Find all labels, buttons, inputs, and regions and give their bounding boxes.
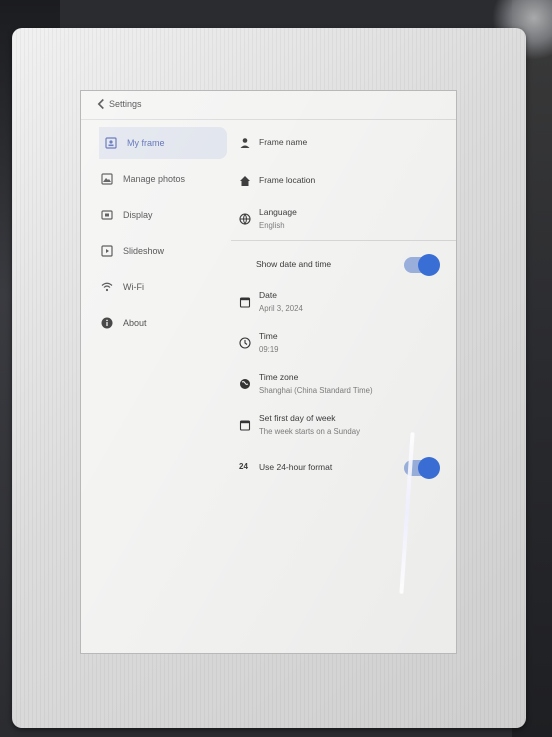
settings-panel: Frame name Frame location Language Englis…	[231, 121, 456, 653]
section-divider	[231, 240, 456, 241]
calendar-icon	[239, 420, 251, 431]
show-date-time-toggle[interactable]	[404, 254, 440, 276]
setting-date[interactable]: Date April 3, 2024	[239, 290, 303, 313]
info-icon	[101, 317, 113, 329]
toggle-knob	[418, 457, 440, 479]
setting-time[interactable]: Time 09:19	[239, 331, 279, 354]
sidebar-item-label: Wi-Fi	[123, 282, 144, 292]
setting-frame-name[interactable]: Frame name	[239, 137, 307, 149]
setting-label: Use 24-hour format	[259, 462, 333, 472]
sidebar-item-label: Display	[123, 210, 153, 220]
setting-label: Show date and time	[256, 259, 332, 269]
24-hour-icon: 24	[239, 462, 248, 471]
play-icon	[101, 245, 113, 257]
setting-value: Shanghai (China Standard Time)	[259, 386, 373, 395]
back-label: Settings	[109, 99, 142, 109]
home-icon	[240, 176, 250, 186]
setting-first-day-of-week[interactable]: Set first day of week The week starts on …	[239, 413, 360, 436]
sidebar-item-manage-photos[interactable]: Manage photos	[81, 163, 231, 195]
setting-value: 09:19	[259, 345, 279, 354]
sidebar-item-slideshow[interactable]: Slideshow	[81, 235, 231, 267]
toggle-knob	[418, 254, 440, 276]
clock-icon	[239, 337, 251, 349]
setting-time-zone[interactable]: Time zone Shanghai (China Standard Time)	[239, 372, 373, 395]
sidebar-item-wifi[interactable]: Wi-Fi	[81, 271, 231, 303]
globe-icon	[240, 379, 250, 389]
setting-language[interactable]: Language English	[239, 207, 297, 230]
setting-value: April 3, 2024	[259, 304, 303, 313]
globe-icon	[239, 213, 251, 225]
sidebar-item-label: My frame	[127, 138, 165, 148]
top-bar: Settings	[81, 91, 456, 120]
setting-frame-location[interactable]: Frame location	[239, 175, 315, 187]
person-badge-icon	[105, 137, 117, 149]
setting-label: Set first day of week	[259, 413, 336, 423]
setting-label: Time	[259, 331, 278, 341]
sidebar-item-about[interactable]: About	[81, 307, 231, 339]
setting-24-hour-format[interactable]: 24 Use 24-hour format	[239, 462, 332, 472]
setting-value: The week starts on a Sunday	[259, 427, 360, 436]
wifi-icon	[101, 282, 113, 292]
display-icon	[101, 210, 113, 220]
setting-label: Date	[259, 290, 277, 300]
person-icon	[240, 138, 250, 148]
sidebar: My frame Manage photos Display Slideshow…	[81, 123, 231, 343]
chevron-left-icon	[97, 98, 104, 110]
sidebar-item-display[interactable]: Display	[81, 199, 231, 231]
photo-icon	[101, 173, 113, 185]
back-button[interactable]: Settings	[97, 98, 142, 110]
setting-show-date-time[interactable]: Show date and time	[256, 259, 331, 269]
sidebar-item-label: About	[123, 318, 147, 328]
calendar-icon	[239, 297, 251, 308]
sidebar-item-label: Manage photos	[123, 174, 186, 184]
sidebar-item-my-frame[interactable]: My frame	[99, 127, 227, 159]
setting-value: English	[259, 221, 285, 230]
setting-label: Frame name	[259, 137, 308, 147]
setting-label: Language	[259, 207, 297, 217]
setting-label: Time zone	[259, 372, 299, 382]
sidebar-item-label: Slideshow	[123, 246, 165, 256]
setting-label: Frame location	[259, 175, 316, 185]
